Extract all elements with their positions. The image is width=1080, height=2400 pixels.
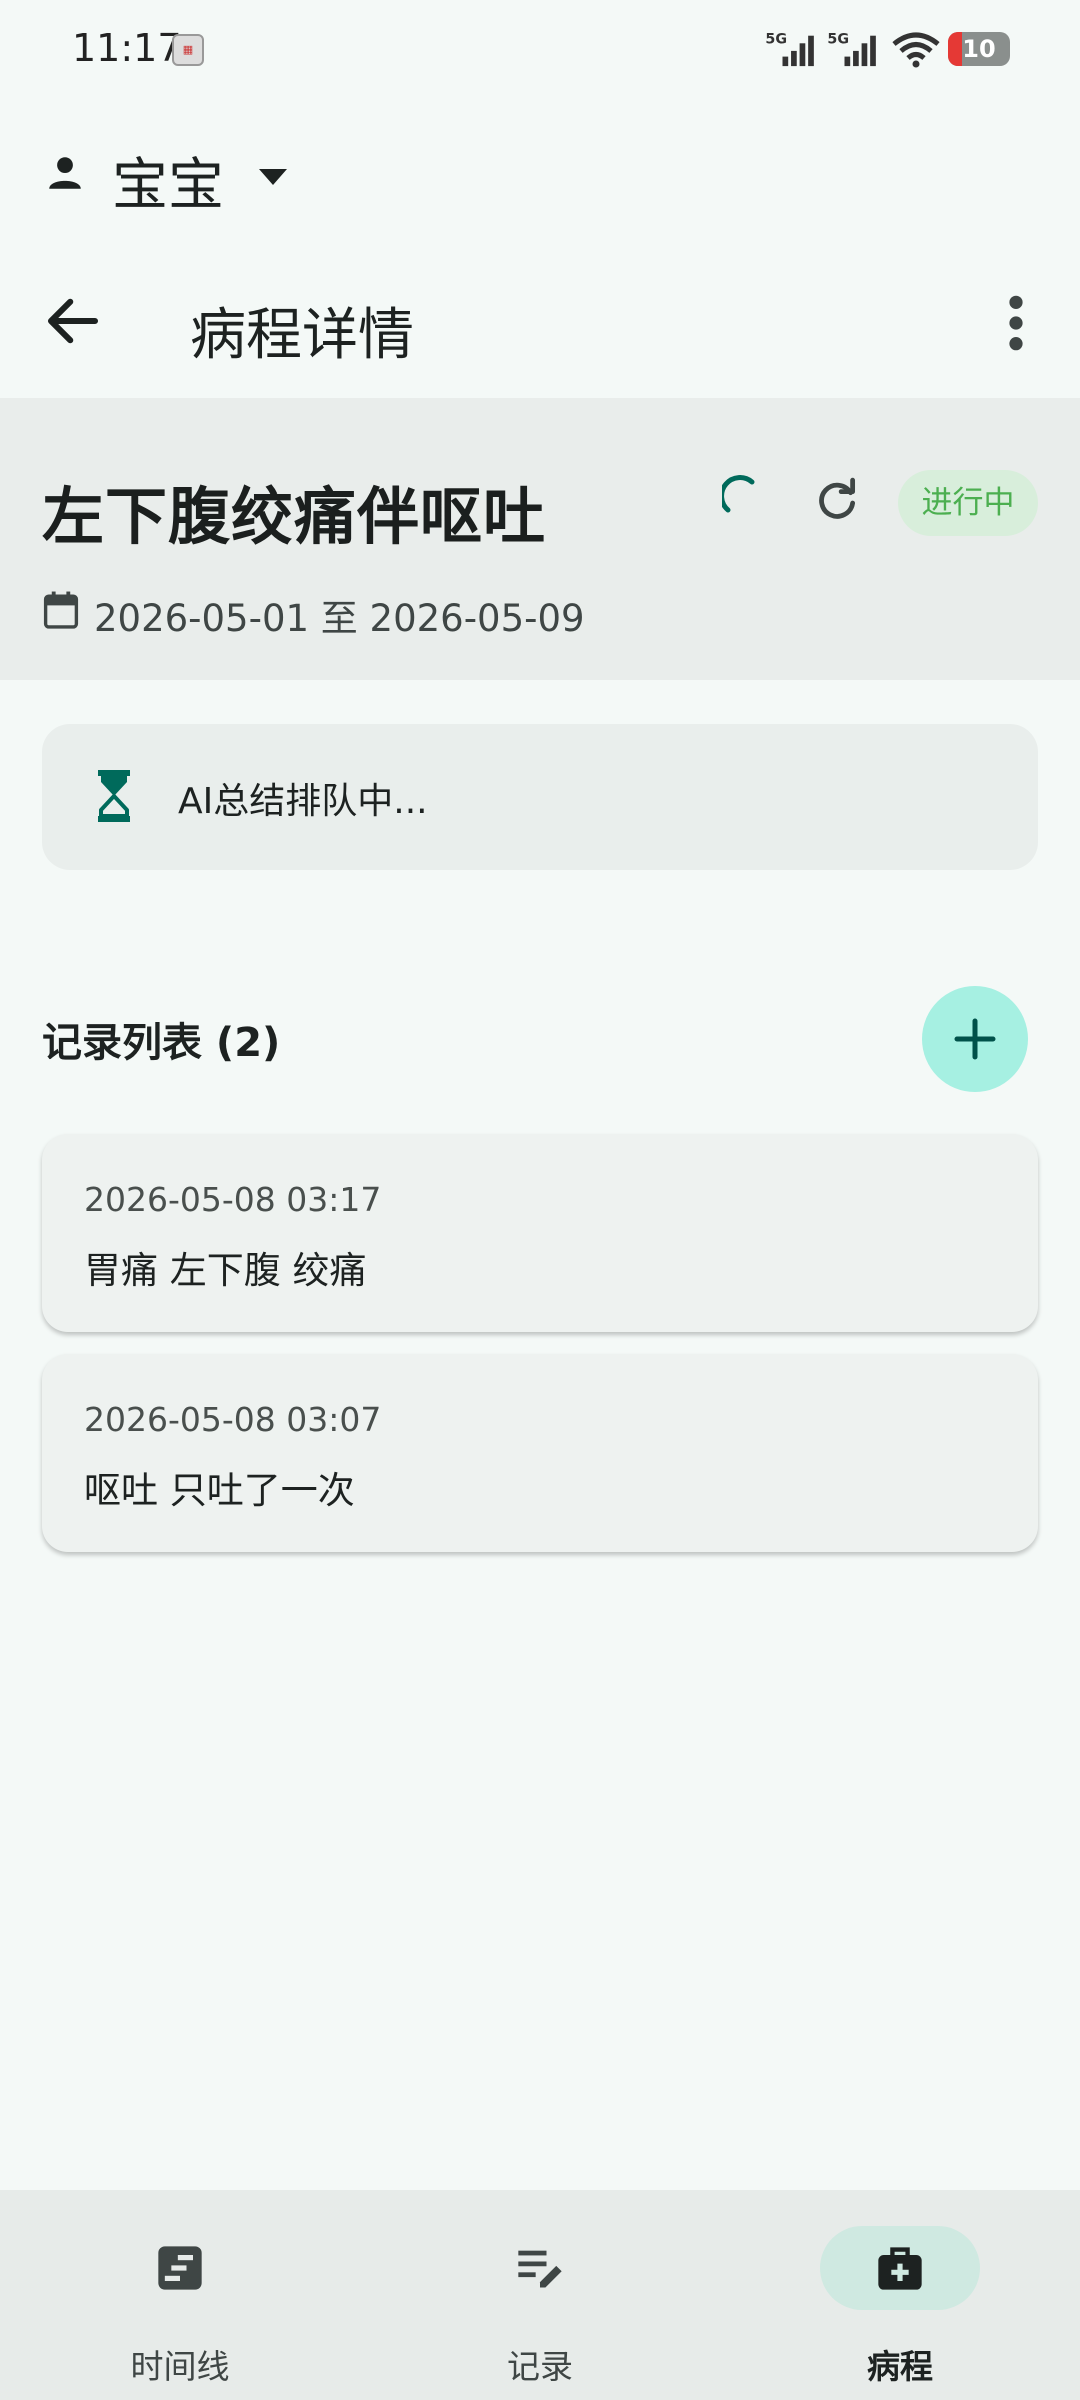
edit-note-icon bbox=[518, 2250, 562, 2288]
record-time: 2026-05-08 03:17 bbox=[84, 1180, 382, 1219]
battery-level: 10 bbox=[962, 35, 996, 63]
medical-bag-icon bbox=[878, 2247, 922, 2290]
nav-item-timeline[interactable]: 时间线 bbox=[0, 2190, 360, 2400]
refresh-icon[interactable] bbox=[812, 476, 862, 526]
record-text: 胃痛 左下腹 绞痛 bbox=[84, 1249, 367, 1292]
nav-label-timeline: 时间线 bbox=[130, 2347, 230, 2386]
hourglass-icon bbox=[98, 770, 130, 822]
more-vert-icon[interactable] bbox=[996, 292, 1036, 354]
record-text: 呕吐 只吐了一次 bbox=[84, 1469, 355, 1512]
calendar-icon bbox=[43, 591, 79, 629]
nav-item-episodes[interactable]: 病程 bbox=[720, 2190, 1080, 2400]
nav-label-episodes: 病程 bbox=[867, 2347, 933, 2386]
add-icon bbox=[954, 1018, 996, 1060]
battery-icon: 10 bbox=[948, 32, 1010, 66]
cellular-signal-icon-2: 5G bbox=[827, 31, 876, 67]
ai-summary-status: AI总结排队中... bbox=[178, 781, 428, 822]
svg-text:5G: 5G bbox=[827, 31, 849, 47]
bottom-navigation: 时间线 记录 病程 bbox=[0, 2190, 1080, 2400]
record-card[interactable]: 2026-05-08 03:17 胃痛 左下腹 绞痛 bbox=[42, 1134, 1038, 1332]
record-time: 2026-05-08 03:07 bbox=[84, 1400, 382, 1439]
cellular-signal-icon: 5G bbox=[765, 31, 814, 67]
page-title: 病程详情 bbox=[190, 303, 414, 368]
records-heading: 记录列表 (2) bbox=[42, 1020, 281, 1066]
date-range: 2026-05-01 至 2026-05-09 bbox=[94, 597, 585, 640]
timeline-icon bbox=[158, 2246, 202, 2290]
status-bar: 11:17 ▦ 5G 5G 10 bbox=[0, 0, 1080, 100]
wifi-icon bbox=[892, 32, 940, 68]
svg-text:5G: 5G bbox=[765, 31, 787, 47]
nav-item-records[interactable]: 记录 bbox=[360, 2190, 720, 2400]
nav-icon-container bbox=[460, 2226, 620, 2310]
person-icon[interactable] bbox=[44, 152, 86, 194]
status-time: 11:17 bbox=[72, 26, 182, 70]
notification-icon: ▦ bbox=[172, 34, 204, 66]
episode-title: 左下腹绞痛伴呕吐 bbox=[42, 480, 547, 553]
nav-icon-container bbox=[100, 2226, 260, 2310]
arrow-back-icon[interactable] bbox=[40, 288, 106, 354]
nav-label-records: 记录 bbox=[507, 2347, 573, 2386]
nav-icon-container-selected bbox=[820, 2226, 980, 2310]
loading-spinner-icon bbox=[722, 475, 755, 513]
profile-name[interactable]: 宝宝 bbox=[112, 140, 224, 221]
add-record-button[interactable] bbox=[922, 986, 1028, 1092]
record-card[interactable]: 2026-05-08 03:07 呕吐 只吐了一次 bbox=[42, 1354, 1038, 1552]
dropdown-arrow-icon[interactable] bbox=[258, 168, 288, 186]
status-badge: 进行中 bbox=[898, 470, 1038, 536]
